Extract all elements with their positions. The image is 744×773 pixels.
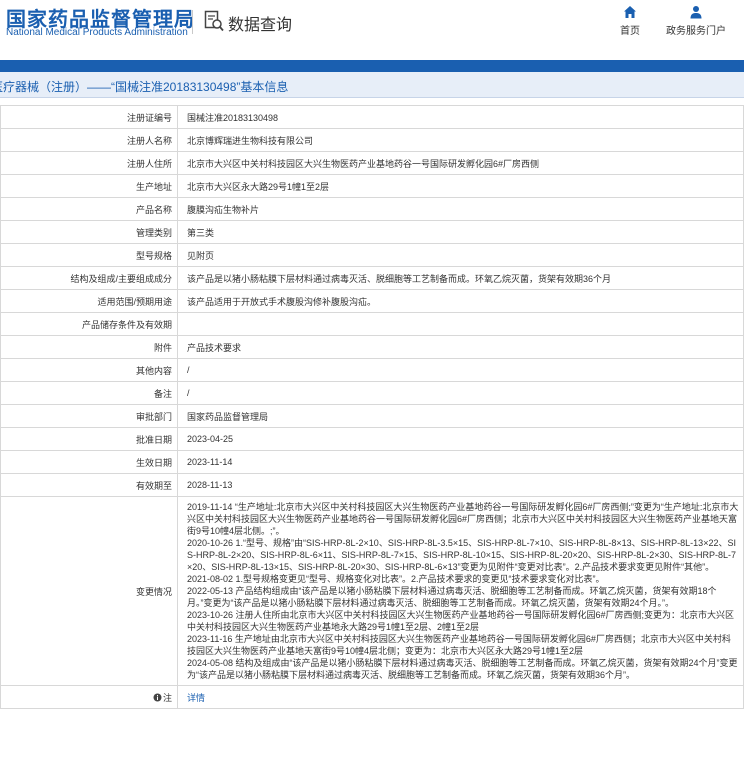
row-value: 见附页 [177, 243, 744, 267]
table-row: 有效期至 2028-11-13 [0, 473, 744, 497]
change-entry: 2020-10-26 1.“型号、规格”由“SIS-HRP-8L-2×10、SI… [187, 538, 737, 572]
change-entry: 2023-11-16 生产地址由北京市大兴区中关村科技园区大兴生物医药产业基地药… [187, 634, 731, 656]
row-value: 2023-04-25 [177, 427, 744, 451]
table-row: 产品名称 腹膜沟疝生物补片 [0, 197, 744, 221]
row-label: 注册人名称 [0, 128, 178, 152]
change-entry: 2023-10-26 注册人住所由北京市大兴区中关村科技园区大兴生物医药产业基地… [187, 610, 735, 632]
table-row: 备注 / [0, 381, 744, 405]
row-value: 腹膜沟疝生物补片 [177, 197, 744, 221]
nav-home-label: 首页 [620, 26, 640, 37]
row-label: 注册人住所 [0, 151, 178, 175]
row-label: 生产地址 [0, 174, 178, 198]
table-row: 批准日期 2023-04-25 [0, 427, 744, 451]
row-label: 其他内容 [0, 358, 178, 382]
header-divider [192, 10, 193, 34]
table-row-changes: 变更情况 2019-11-14 “生产地址:北京市大兴区中关村科技园区大兴生物医… [0, 496, 744, 686]
nav-home[interactable]: 首页 [612, 5, 648, 39]
row-label: 产品名称 [0, 197, 178, 221]
row-label: 适用范围/预期用途 [0, 289, 178, 313]
header-band [0, 60, 744, 72]
changes-value: 2019-11-14 “生产地址:北京市大兴区中关村科技园区大兴生物医药产业基地… [177, 496, 744, 686]
note-icon [153, 693, 162, 701]
row-value: 2028-11-13 [177, 473, 744, 497]
note-label-cell: 注 [0, 685, 178, 709]
table-row: 其他内容 / [0, 358, 744, 382]
row-value [177, 312, 744, 336]
table-row: 产品储存条件及有效期 [0, 312, 744, 336]
info-title: 医疗器械（注册）——“国械注准20183130498”基本信息 [0, 80, 289, 94]
change-entry: 2021-08-02 1.型号规格变更见“型号、规格变化对比表”。2.产品技术要… [187, 574, 605, 584]
change-entry: 2019-11-14 “生产地址:北京市大兴区中关村科技园区大兴生物医药产业基地… [187, 502, 739, 536]
table-row: 管理类别 第三类 [0, 220, 744, 244]
table-row: 注册人名称 北京博辉瑞进生物科技有限公司 [0, 128, 744, 152]
table-row: 生产地址 北京市大兴区永大路29号1幢1至2层 [0, 174, 744, 198]
info-title-bar: 医疗器械（注册）——“国械注准20183130498”基本信息 [0, 72, 744, 98]
row-value: 产品技术要求 [177, 335, 744, 359]
row-value: 该产品适用于开放式手术腹股沟修补腹股沟疝。 [177, 289, 744, 313]
table-row: 结构及组成/主要组成成分 该产品是以猪小肠粘膜下层材料通过病毒灭活、脱细胞等工艺… [0, 266, 744, 290]
row-value: 国械注准20183130498 [177, 105, 744, 129]
row-value: 2023-11-14 [177, 450, 744, 474]
row-label: 注册证编号 [0, 105, 178, 129]
row-label: 批准日期 [0, 427, 178, 451]
site-logo-subtitle: National Medical Products Administration [6, 27, 188, 38]
row-value: 北京市大兴区永大路29号1幢1至2层 [177, 174, 744, 198]
table-row: 型号规格 见附页 [0, 243, 744, 267]
row-label: 产品储存条件及有效期 [0, 312, 178, 336]
table-row-note: 注 详情 [0, 685, 744, 709]
data-query-title: 数据查询 [228, 17, 293, 34]
site-header: 国家药品监督管理局 National Medical Products Admi… [0, 0, 744, 44]
row-label: 结构及组成/主要组成成分 [0, 266, 178, 290]
nav-service-portal-label: 政务服务门户 [666, 26, 726, 37]
change-entry: 2024-05-08 结构及组成由“该产品是以猪小肠粘膜下层材料通过病毒灭活、脱… [187, 658, 738, 680]
document-search-icon [204, 10, 224, 32]
table-row: 注册人住所 北京市大兴区中关村科技园区大兴生物医药产业基地药谷一号国际研发孵化园… [0, 151, 744, 175]
row-label: 审批部门 [0, 404, 178, 428]
table-row: 注册证编号 国械注准20183130498 [0, 105, 744, 129]
registration-info-table: 注册证编号 国械注准20183130498 注册人名称 北京博辉瑞进生物科技有限… [0, 105, 744, 709]
changes-label: 变更情况 [0, 496, 178, 686]
details-link[interactable]: 详情 [187, 693, 205, 703]
row-label: 管理类别 [0, 220, 178, 244]
row-value: 国家药品监督管理局 [177, 404, 744, 428]
row-value: 北京博辉瑞进生物科技有限公司 [177, 128, 744, 152]
change-entry: 2022-05-13 产品结构组成由“该产品是以猪小肠粘膜下层材料通过病毒灭活、… [187, 586, 717, 608]
row-label: 型号规格 [0, 243, 178, 267]
row-value: 北京市大兴区中关村科技园区大兴生物医药产业基地药谷一号国际研发孵化园6#厂房西侧 [177, 151, 744, 175]
nav-service-portal[interactable]: 政务服务门户 [664, 5, 728, 39]
row-label: 有效期至 [0, 473, 178, 497]
row-label: 生效日期 [0, 450, 178, 474]
row-value: 该产品是以猪小肠粘膜下层材料通过病毒灭活、脱细胞等工艺制备而成。环氧乙烷灭菌，货… [177, 266, 744, 290]
table-row: 适用范围/预期用途 该产品适用于开放式手术腹股沟修补腹股沟疝。 [0, 289, 744, 313]
row-value: 第三类 [177, 220, 744, 244]
user-icon [690, 6, 702, 19]
note-label: 注 [162, 692, 172, 703]
table-row: 附件 产品技术要求 [0, 335, 744, 359]
table-row: 审批部门 国家药品监督管理局 [0, 404, 744, 428]
note-value: 详情 [177, 685, 744, 709]
row-label: 附件 [0, 335, 178, 359]
row-value: / [177, 358, 744, 382]
page: 国家药品监督管理局 National Medical Products Admi… [0, 0, 744, 773]
row-value: / [177, 381, 744, 405]
table-row: 生效日期 2023-11-14 [0, 450, 744, 474]
home-icon [624, 6, 636, 18]
row-label: 备注 [0, 381, 178, 405]
